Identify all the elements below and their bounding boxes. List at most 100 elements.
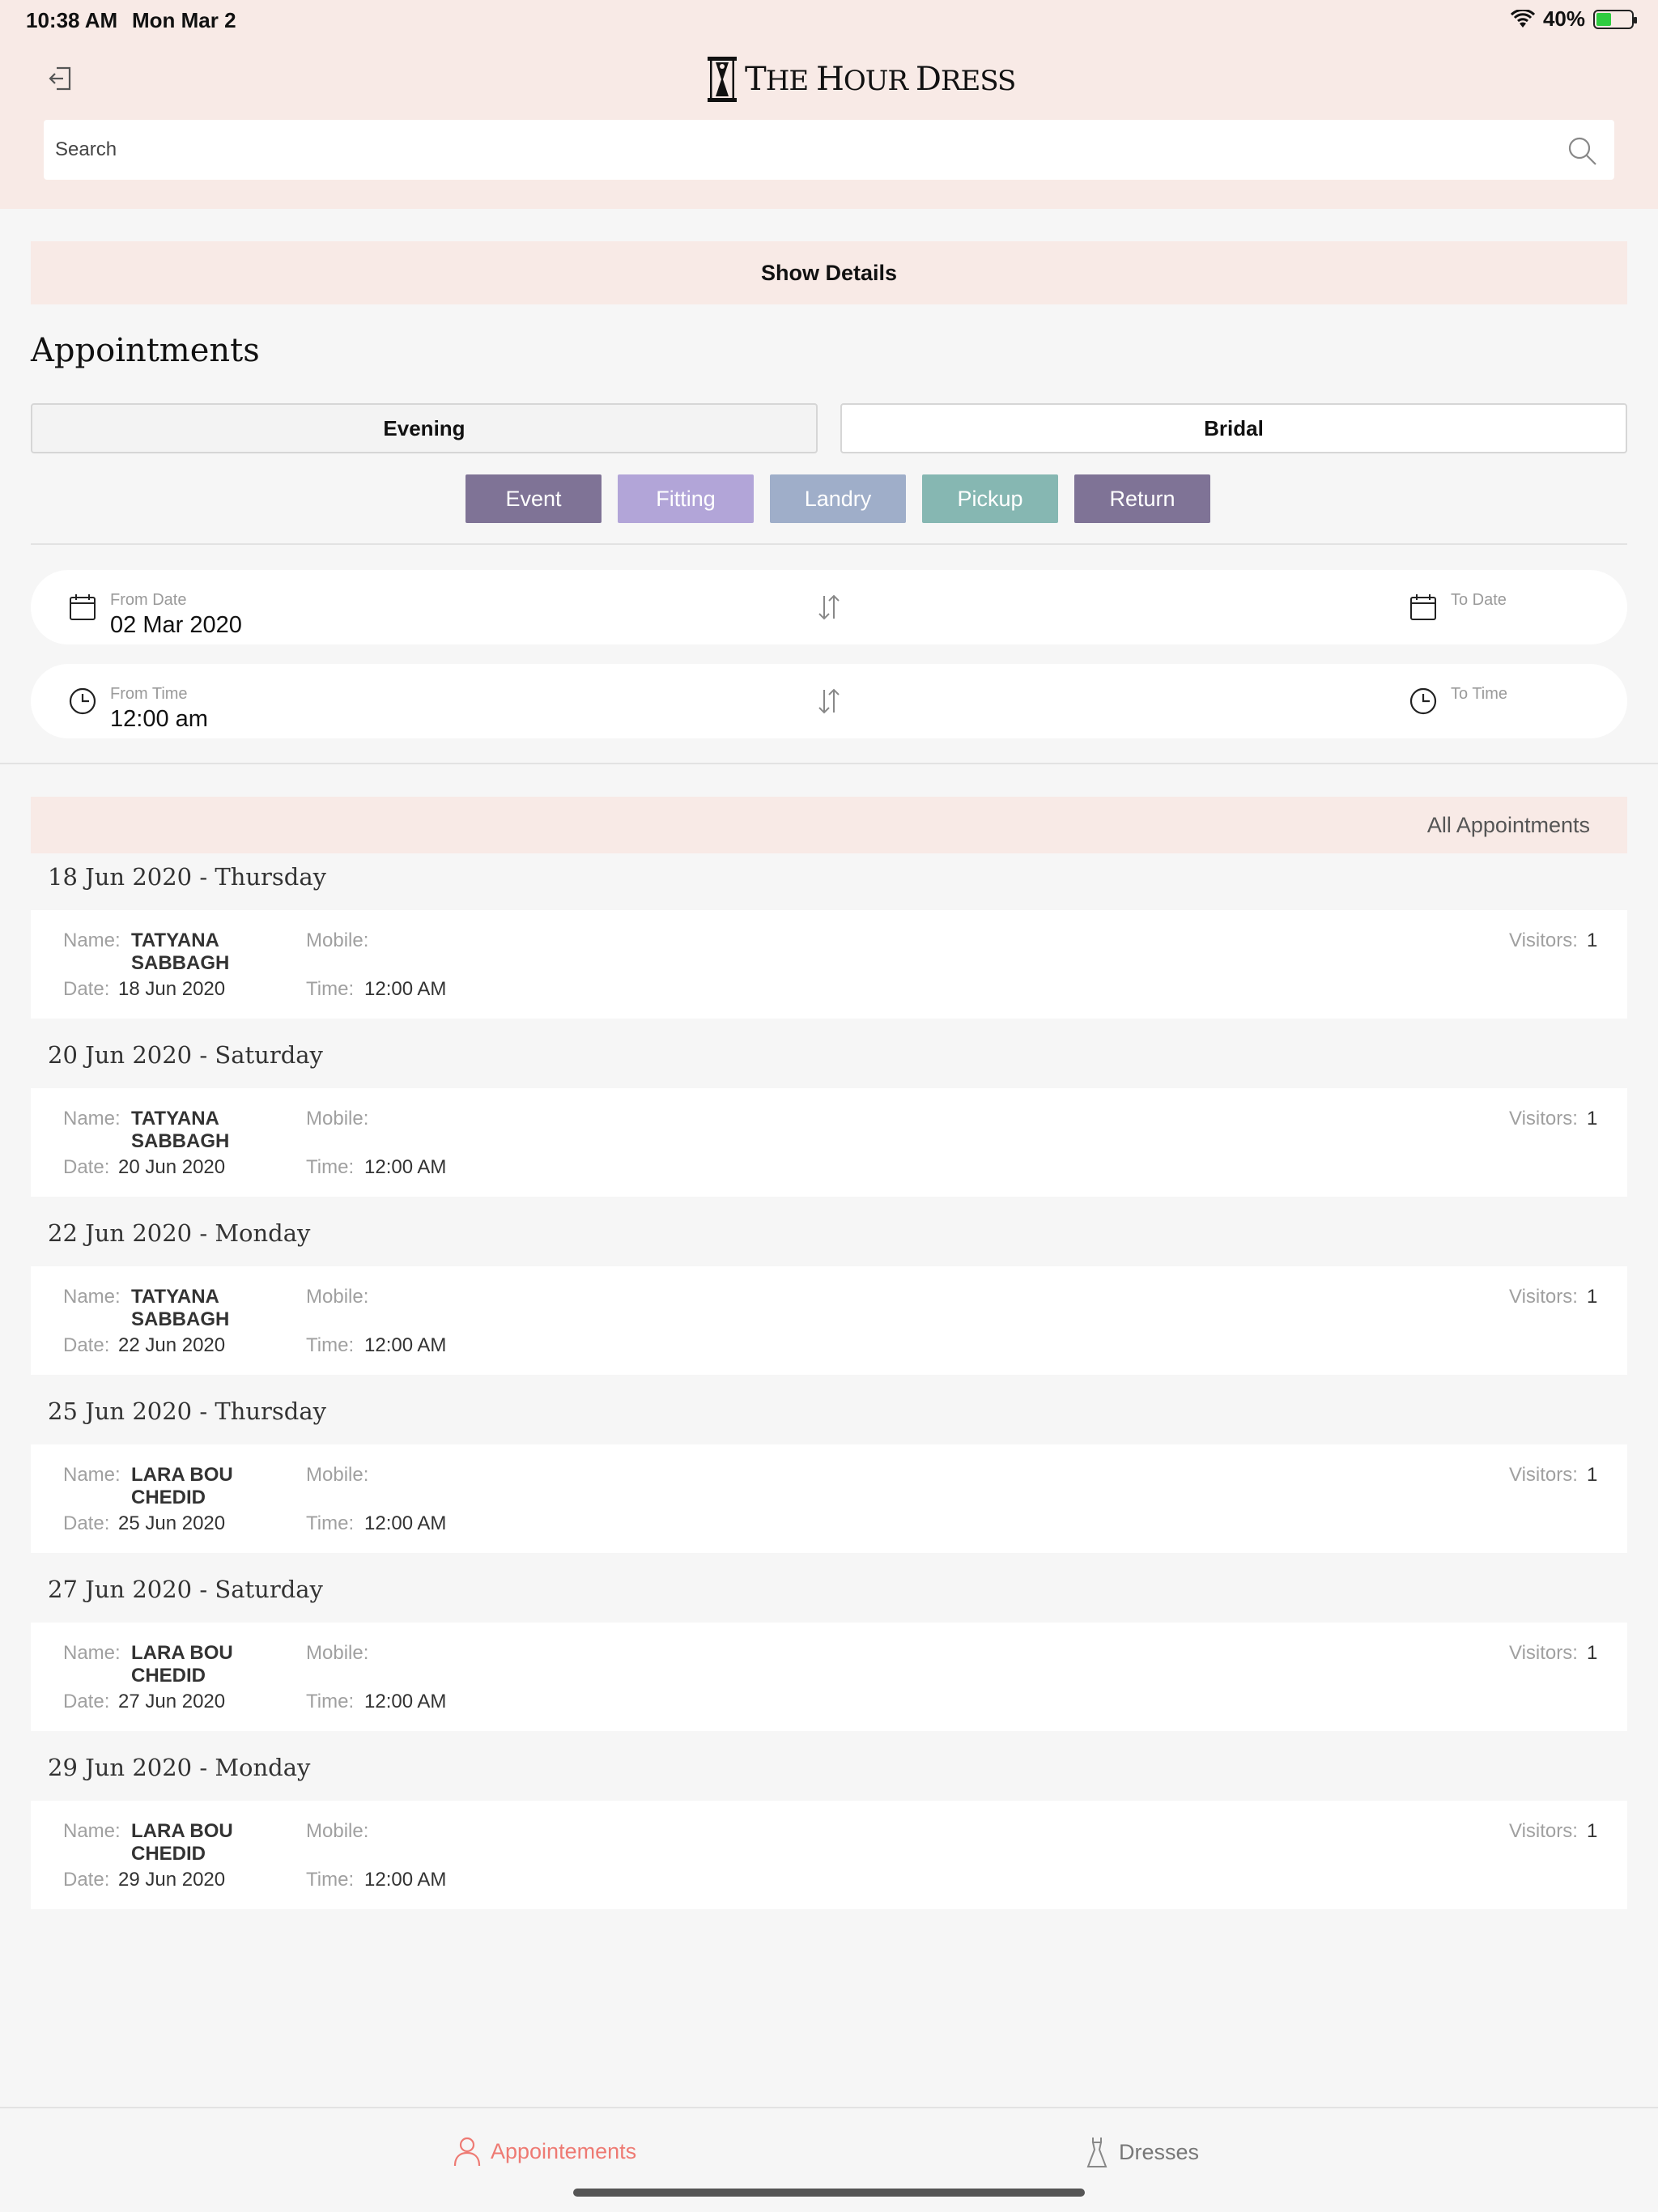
name-label: Name:	[63, 1820, 121, 1842]
type-pickup-button[interactable]: Pickup	[922, 474, 1058, 523]
customer-name: LARA BOU CHEDID	[131, 1642, 233, 1687]
type-landry-button[interactable]: Landry	[770, 474, 906, 523]
battery-icon	[1593, 9, 1637, 29]
status-indicators: 40%	[1510, 6, 1637, 32]
clock-icon[interactable]	[1409, 687, 1438, 716]
wifi-icon	[1510, 9, 1535, 28]
time-value: 12:00 AM	[364, 978, 447, 1000]
name-label: Name:	[63, 1642, 121, 1664]
type-event-button[interactable]: Event	[466, 474, 602, 523]
mobile-label: Mobile:	[306, 1642, 369, 1664]
date-value: 22 Jun 2020	[118, 1334, 226, 1356]
mobile-label: Mobile:	[306, 929, 369, 951]
tab-dresses[interactable]: Dresses	[1085, 2136, 1199, 2168]
time-label: Time:	[306, 1691, 355, 1712]
divider	[31, 543, 1627, 545]
visitors-label: Visitors:	[1509, 1286, 1578, 1308]
date-value: 18 Jun 2020	[118, 978, 226, 1000]
all-appointments-header[interactable]: All Appointments	[31, 797, 1627, 853]
type-return-button[interactable]: Return	[1074, 474, 1210, 523]
time-range-filter: From Time 12:00 am To Time	[31, 664, 1627, 738]
tab-appointments[interactable]: Appointements	[453, 2136, 636, 2167]
group-date-heading: 18 Jun 2020 - Thursday	[48, 863, 327, 891]
segment-bridal[interactable]: Bridal	[840, 403, 1627, 453]
visitors-label: Visitors:	[1509, 1108, 1578, 1129]
date-value: 20 Jun 2020	[118, 1156, 226, 1178]
visitors-value: 1	[1587, 1642, 1598, 1664]
date-value: 25 Jun 2020	[118, 1512, 226, 1534]
customer-name: LARA BOU CHEDID	[131, 1464, 233, 1508]
time-label: Time:	[306, 978, 355, 1000]
time-label: Time:	[306, 1334, 355, 1356]
visitors-label: Visitors:	[1509, 1820, 1578, 1842]
brand-name: THE HOUR DRESS	[745, 61, 1016, 98]
date-label: Date:	[63, 1334, 110, 1356]
appointment-card[interactable]: Name: TATYANA SABBAGH Mobile: Visitors: 1…	[31, 1088, 1627, 1197]
swap-icon[interactable]	[814, 593, 844, 622]
appointment-card[interactable]: Name: LARA BOU CHEDID Mobile: Visitors: 1…	[31, 1444, 1627, 1553]
hourglass-dress-icon	[708, 57, 737, 102]
date-label: Date:	[63, 1512, 110, 1534]
from-time-value[interactable]: 12:00 am	[110, 706, 208, 733]
divider	[0, 763, 1658, 764]
brand-logo: THE HOUR DRESS	[706, 55, 1016, 104]
group-date-heading: 20 Jun 2020 - Saturday	[48, 1041, 323, 1069]
appointment-card[interactable]: Name: LARA BOU CHEDID Mobile: Visitors: 1…	[31, 1801, 1627, 1909]
visitors-value: 1	[1587, 1464, 1598, 1486]
clock-icon[interactable]	[68, 687, 97, 716]
date-value: 27 Jun 2020	[118, 1691, 226, 1712]
home-indicator	[573, 2189, 1085, 2197]
from-date-value[interactable]: 02 Mar 2020	[110, 612, 242, 639]
group-date-heading: 27 Jun 2020 - Saturday	[48, 1576, 323, 1603]
name-label: Name:	[63, 1286, 121, 1308]
tab-appointments-label: Appointements	[491, 2138, 637, 2163]
calendar-icon[interactable]	[1409, 593, 1438, 622]
search-bar	[44, 120, 1614, 180]
visitors-label: Visitors:	[1509, 1464, 1578, 1486]
time-label: Time:	[306, 1869, 355, 1891]
mobile-label: Mobile:	[306, 1820, 369, 1842]
swap-icon[interactable]	[814, 687, 844, 716]
group-date-heading: 22 Jun 2020 - Monday	[48, 1219, 311, 1247]
battery-percent: 40%	[1542, 6, 1585, 31]
visitors-value: 1	[1587, 1108, 1598, 1129]
calendar-icon[interactable]	[68, 593, 97, 622]
search-icon[interactable]	[1566, 134, 1598, 167]
customer-name: LARA BOU CHEDID	[131, 1820, 233, 1865]
time-label: Time:	[306, 1512, 355, 1534]
search-input[interactable]	[55, 120, 1545, 180]
visitors-label: Visitors:	[1509, 1642, 1578, 1664]
show-details-button[interactable]: Show Details	[31, 241, 1627, 304]
visitors-value: 1	[1587, 929, 1598, 951]
page-title: Appointments	[31, 332, 260, 369]
appointment-card[interactable]: Name: TATYANA SABBAGH Mobile: Visitors: 1…	[31, 1266, 1627, 1375]
customer-name: TATYANA SABBAGH	[131, 929, 230, 974]
name-label: Name:	[63, 929, 121, 951]
date-label: Date:	[63, 1156, 110, 1178]
time-value: 12:00 AM	[364, 1869, 447, 1891]
status-date: Mon Mar 2	[132, 8, 236, 32]
from-date-label: From Date	[110, 591, 187, 609]
visitors-value: 1	[1587, 1820, 1598, 1842]
dress-icon	[1086, 2138, 1107, 2167]
appointment-type-filters: Event Fitting Landry Pickup Return	[466, 474, 1210, 523]
appointment-card[interactable]: Name: TATYANA SABBAGH Mobile: Visitors: 1…	[31, 910, 1627, 1019]
time-value: 12:00 AM	[364, 1156, 447, 1178]
date-label: Date:	[63, 978, 110, 1000]
name-label: Name:	[63, 1464, 121, 1486]
logout-icon[interactable]	[47, 65, 74, 92]
mobile-label: Mobile:	[306, 1286, 369, 1308]
date-label: Date:	[63, 1691, 110, 1712]
time-value: 12:00 AM	[364, 1691, 447, 1712]
time-value: 12:00 AM	[364, 1512, 447, 1534]
all-appointments-label: All Appointments	[1426, 813, 1590, 837]
customer-name: TATYANA SABBAGH	[131, 1286, 230, 1330]
visitors-value: 1	[1587, 1286, 1598, 1308]
type-fitting-button[interactable]: Fitting	[618, 474, 754, 523]
appointment-card[interactable]: Name: LARA BOU CHEDID Mobile: Visitors: 1…	[31, 1623, 1627, 1731]
to-time-label: To Time	[1451, 685, 1508, 703]
segment-evening[interactable]: Evening	[31, 403, 818, 453]
time-value: 12:00 AM	[364, 1334, 447, 1356]
person-icon	[453, 2137, 481, 2167]
status-time: 10:38 AM	[26, 8, 118, 32]
